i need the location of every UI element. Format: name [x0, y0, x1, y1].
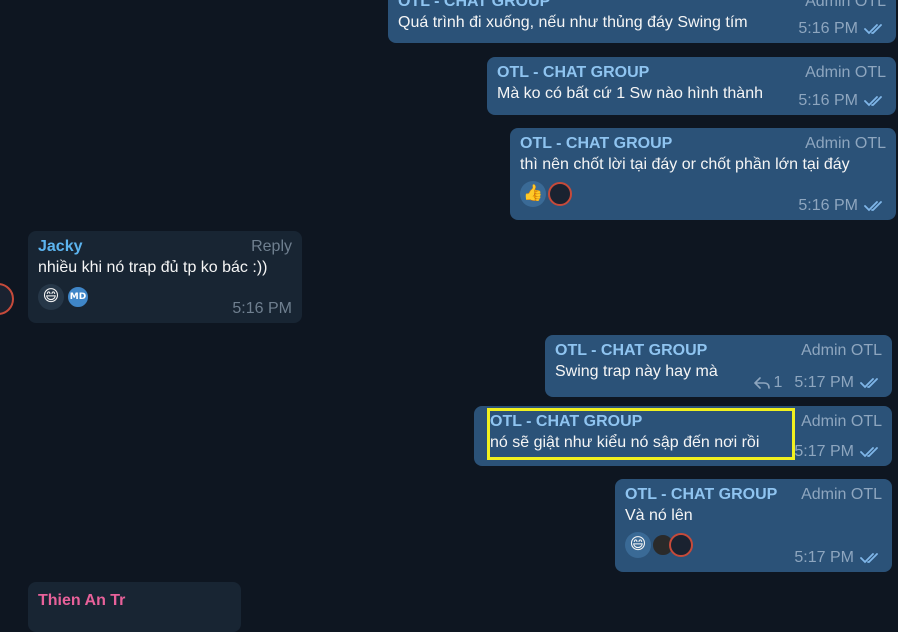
message-bubble[interactable]: OTL - CHAT GROUP Admin OTL Và nó lên 😄 5… — [615, 479, 892, 572]
reactor-avatar[interactable]: MD — [66, 285, 90, 309]
message-text: nhiều khi nó trap đủ tp ko bác :)) — [38, 259, 268, 276]
reply-arrow-icon — [753, 377, 770, 389]
message-time: 5:17 PM — [794, 374, 854, 391]
message-meta: 5:16 PM — [232, 299, 292, 319]
message-text: thì nên chốt lời tại đáy or chốt phần lớ… — [520, 156, 850, 173]
sender-tag: Admin OTL — [801, 486, 882, 503]
message-time: 5:17 PM — [794, 549, 854, 566]
double-check-icon — [860, 447, 878, 458]
reactor-avatar[interactable] — [548, 182, 572, 206]
double-check-icon — [864, 24, 882, 35]
message-time: 5:16 PM — [798, 197, 858, 214]
double-check-icon — [864, 201, 882, 212]
message-time: 5:16 PM — [798, 20, 858, 37]
message-meta: 5:17 PM — [794, 548, 882, 568]
message-bubble[interactable]: OTL - CHAT GROUP Admin OTL Mà ko có bất … — [487, 57, 896, 115]
sender-tag: Admin OTL — [805, 64, 886, 81]
sender-name[interactable]: Thien An Tr — [38, 591, 231, 611]
double-check-icon — [860, 553, 878, 564]
sender-tag: Admin OTL — [805, 135, 886, 152]
reply-count-number: 1 — [773, 374, 783, 391]
double-check-icon — [860, 378, 878, 389]
reply-label[interactable]: Reply — [251, 237, 292, 257]
message-bubble[interactable]: OTL - CHAT GROUP Admin OTL Quá trình đi … — [388, 0, 896, 43]
message-meta: 5:17 PM — [794, 442, 882, 462]
sender-tag: Admin OTL — [801, 342, 882, 359]
jacky-avatar[interactable] — [0, 283, 14, 315]
message-bubble[interactable]: OTL - CHAT GROUP Admin OTL thì nên chốt … — [510, 128, 896, 220]
message-text: Và nó lên — [625, 507, 693, 524]
reactor-avatar[interactable] — [669, 533, 693, 557]
message-time: 5:16 PM — [232, 300, 292, 317]
message-time: 5:16 PM — [798, 92, 858, 109]
message-meta: 5:16 PM — [798, 196, 886, 216]
message-bubble[interactable]: Jacky Reply nhiều khi nó trap đủ tp ko b… — [28, 231, 302, 323]
grin-reaction[interactable]: 😄 — [38, 284, 64, 310]
message-time: 5:17 PM — [794, 443, 854, 460]
reply-count[interactable]: 1 — [753, 373, 783, 393]
highlight-box — [487, 408, 795, 460]
message-bubble[interactable]: OTL - CHAT GROUP Admin OTL Swing trap nà… — [545, 335, 892, 397]
sender-tag: Admin OTL — [805, 0, 886, 10]
message-bubble[interactable]: Thien An Tr — [28, 582, 241, 632]
thumbs-up-reaction[interactable]: 👍 — [520, 181, 546, 207]
message-meta: 5:16 PM — [798, 19, 886, 39]
grin-reaction[interactable]: 😄 — [625, 532, 651, 558]
message-meta: 1 5:17 PM — [753, 373, 883, 393]
double-check-icon — [864, 96, 882, 107]
sender-tag: Admin OTL — [801, 413, 882, 430]
message-meta: 5:16 PM — [798, 91, 886, 111]
